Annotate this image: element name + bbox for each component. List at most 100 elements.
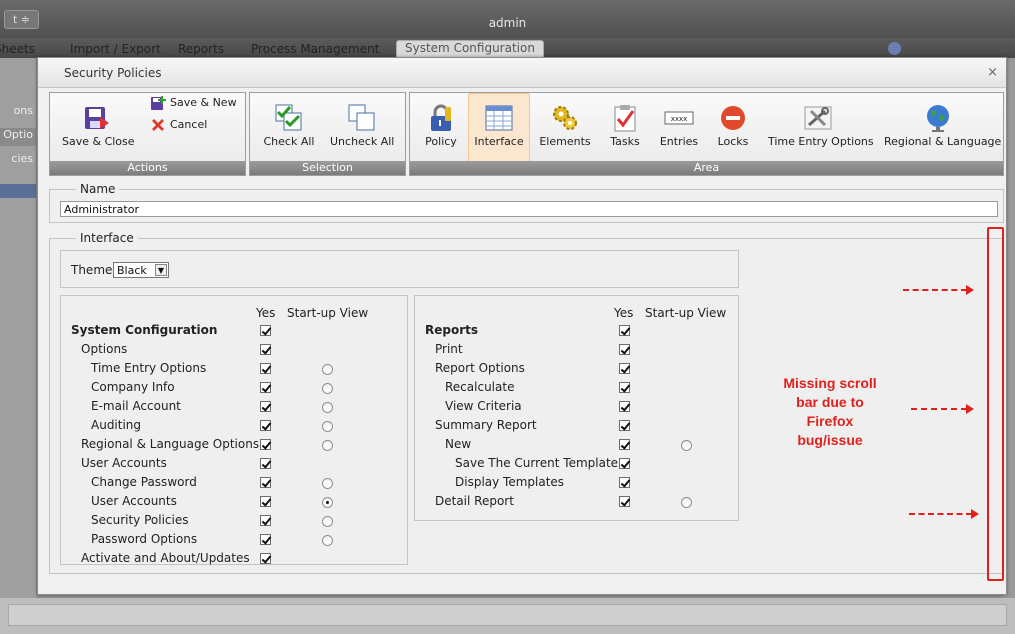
- permission-label: Auditing: [91, 418, 142, 432]
- startup-view-column-header: Start-up View: [645, 306, 727, 320]
- theme-select[interactable]: Black ▼: [113, 262, 169, 278]
- annotation-line: Missing scroll: [783, 375, 877, 391]
- permission-checkbox[interactable]: [260, 477, 271, 488]
- annotation-line: Firefox: [806, 413, 854, 429]
- area-policy-button[interactable]: Policy: [420, 103, 462, 148]
- cancel-label: Cancel: [170, 118, 208, 131]
- area-time-entry-options-button[interactable]: Time Entry Options: [768, 103, 874, 148]
- actions-footer: Actions: [50, 161, 245, 175]
- permission-checkbox[interactable]: [260, 325, 271, 336]
- permission-label: Save The Current Template: [455, 456, 619, 470]
- selection-footer: Selection: [250, 161, 405, 175]
- save-new-button[interactable]: Save & New: [150, 95, 237, 111]
- permission-checkbox[interactable]: [260, 420, 271, 431]
- permission-label: Detail Report: [435, 494, 514, 508]
- area-elements-label: Elements: [539, 135, 591, 148]
- tasks-icon: [610, 103, 640, 133]
- permission-checkbox[interactable]: [619, 382, 630, 393]
- entries-icon: xxxx: [664, 103, 694, 133]
- permission-checkbox[interactable]: [619, 477, 630, 488]
- chevron-down-icon: ▼: [155, 264, 167, 276]
- permission-label: Company Info: [91, 380, 175, 394]
- permission-checkbox[interactable]: [619, 496, 630, 507]
- startup-view-radio[interactable]: [322, 421, 333, 432]
- tab-process-management[interactable]: Process Management: [251, 42, 379, 56]
- table-grid-icon: [484, 103, 514, 133]
- permission-checkbox[interactable]: [260, 344, 271, 355]
- tab-sheets[interactable]: Sheets: [0, 42, 35, 56]
- permission-label: New: [445, 437, 472, 451]
- permission-label: Security Policies: [91, 513, 189, 527]
- startup-view-column-header: Start-up View: [287, 306, 369, 320]
- permission-checkbox[interactable]: [619, 325, 630, 336]
- permission-label: Recalculate: [445, 380, 515, 394]
- permission-checkbox[interactable]: [260, 553, 271, 564]
- name-field[interactable]: Administrator: [60, 201, 998, 217]
- startup-view-radio[interactable]: [322, 440, 333, 451]
- bottom-panel: [8, 604, 1007, 626]
- permission-checkbox[interactable]: [619, 458, 630, 469]
- cancel-button[interactable]: Cancel: [150, 117, 207, 133]
- area-footer: Area: [410, 161, 1003, 175]
- permission-label: Regional & Language Options: [81, 437, 260, 451]
- tab-system-configuration[interactable]: System Configuration: [396, 40, 544, 58]
- startup-view-radio[interactable]: [322, 497, 333, 508]
- help-icon[interactable]: [888, 42, 901, 55]
- left-nav: ons Optio cies: [0, 58, 36, 634]
- uncheck-all-button[interactable]: Uncheck All: [330, 103, 394, 148]
- startup-view-radio[interactable]: [681, 440, 692, 451]
- area-interface-button[interactable]: Interface: [468, 93, 530, 162]
- permission-checkbox[interactable]: [260, 382, 271, 393]
- permission-checkbox[interactable]: [619, 363, 630, 374]
- startup-view-radio[interactable]: [322, 535, 333, 546]
- permission-checkbox[interactable]: [619, 401, 630, 412]
- permission-checkbox[interactable]: [260, 401, 271, 412]
- theme-label: Theme: [71, 263, 113, 277]
- system-configuration-panel: Yes Start-up View System Configuration Op…: [60, 295, 408, 565]
- permission-checkbox[interactable]: [260, 496, 271, 507]
- area-tasks-button[interactable]: Tasks: [604, 103, 646, 148]
- permission-checkbox[interactable]: [619, 439, 630, 450]
- left-nav-selected[interactable]: [0, 184, 36, 198]
- permission-checkbox[interactable]: [260, 363, 271, 374]
- interface-legend: Interface: [76, 231, 138, 245]
- left-nav-item[interactable]: Optio: [0, 128, 36, 146]
- area-entries-button[interactable]: xxxx Entries: [658, 103, 700, 148]
- permission-checkbox[interactable]: [260, 458, 271, 469]
- permission-label: User Accounts: [81, 456, 167, 470]
- svg-text:xxxx: xxxx: [671, 115, 688, 123]
- cancel-icon: [150, 117, 166, 133]
- startup-view-radio[interactable]: [322, 516, 333, 527]
- permission-checkbox[interactable]: [260, 534, 271, 545]
- area-elements-button[interactable]: Elements: [538, 103, 592, 148]
- permission-label: E-mail Account: [91, 399, 181, 413]
- area-tasks-label: Tasks: [610, 135, 640, 148]
- close-icon[interactable]: ×: [987, 65, 998, 80]
- uncheck-all-icon: [347, 103, 377, 133]
- startup-view-radio[interactable]: [322, 364, 333, 375]
- check-all-button[interactable]: Check All: [262, 103, 316, 148]
- area-locks-button[interactable]: Locks: [712, 103, 754, 148]
- startup-view-radio[interactable]: [322, 478, 333, 489]
- left-nav-item[interactable]: cies: [0, 152, 36, 170]
- area-regional-language-button[interactable]: Regional & Language: [884, 103, 1001, 148]
- tab-import-export[interactable]: Import / Export: [70, 42, 161, 56]
- area-interface-label: Interface: [474, 135, 524, 148]
- annotation-arrowhead: [966, 285, 974, 295]
- startup-view-radio[interactable]: [681, 497, 692, 508]
- permission-checkbox[interactable]: [619, 420, 630, 431]
- annotation-arrow: [903, 289, 967, 291]
- startup-view-radio[interactable]: [322, 402, 333, 413]
- tab-reports[interactable]: Reports: [178, 42, 224, 56]
- permission-checkbox[interactable]: [260, 439, 271, 450]
- selection-group: Check All Uncheck All Selection: [249, 92, 406, 176]
- permission-checkbox[interactable]: [619, 344, 630, 355]
- permission-checkbox[interactable]: [260, 515, 271, 526]
- left-nav-item[interactable]: ons: [0, 104, 36, 122]
- startup-view-radio[interactable]: [322, 383, 333, 394]
- permission-label: Activate and About/Updates: [81, 551, 250, 565]
- save-close-button[interactable]: Save & Close: [62, 103, 135, 148]
- permission-label: Reports: [425, 323, 479, 337]
- permission-label: User Accounts: [91, 494, 177, 508]
- check-all-icon: [274, 103, 304, 133]
